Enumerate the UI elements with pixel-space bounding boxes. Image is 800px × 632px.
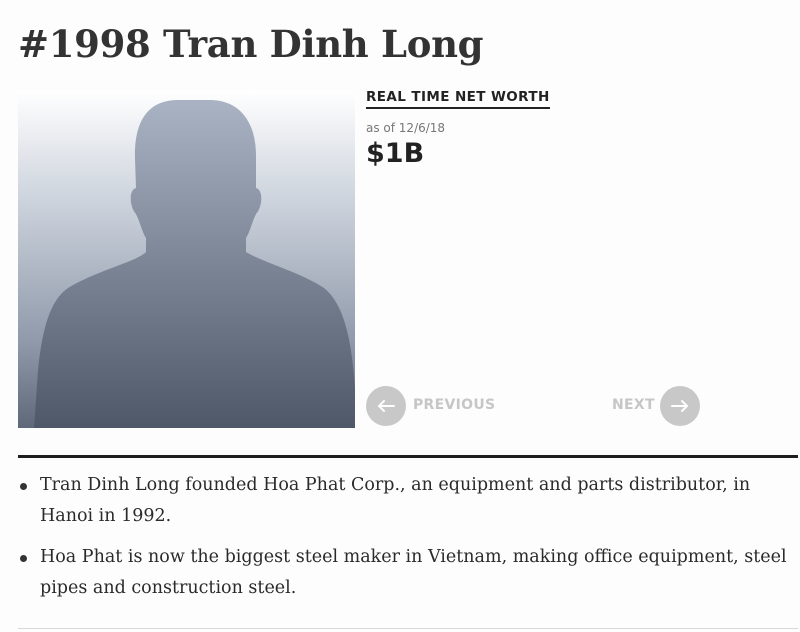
list-item: Tran Dinh Long founded Hoa Phat Corp., a…: [18, 470, 793, 532]
net-worth-value: $1B: [366, 138, 425, 169]
fact-text: Tran Dinh Long founded Hoa Phat Corp., a…: [40, 475, 751, 526]
profile-photo: [18, 90, 355, 428]
net-worth-label[interactable]: REAL TIME NET WORTH: [366, 89, 550, 109]
section-divider: [18, 455, 798, 458]
fact-text: Hoa Phat is now the biggest steel maker …: [40, 547, 787, 598]
bullet-icon: [20, 483, 27, 490]
next-button[interactable]: [660, 386, 700, 426]
list-item: Hoa Phat is now the biggest steel maker …: [18, 542, 793, 604]
bottom-divider: [18, 628, 798, 629]
previous-button[interactable]: [366, 386, 406, 426]
arrow-right-icon: [671, 400, 688, 412]
facts-list: Tran Dinh Long founded Hoa Phat Corp., a…: [18, 470, 793, 614]
person-silhouette-icon: [34, 100, 355, 428]
previous-label[interactable]: PREVIOUS: [413, 397, 495, 413]
arrow-left-icon: [378, 400, 395, 412]
next-label[interactable]: NEXT: [612, 397, 655, 413]
net-worth-date: as of 12/6/18: [366, 121, 446, 135]
page-title: #1998 Tran Dinh Long: [18, 22, 484, 66]
bullet-icon: [20, 555, 27, 562]
